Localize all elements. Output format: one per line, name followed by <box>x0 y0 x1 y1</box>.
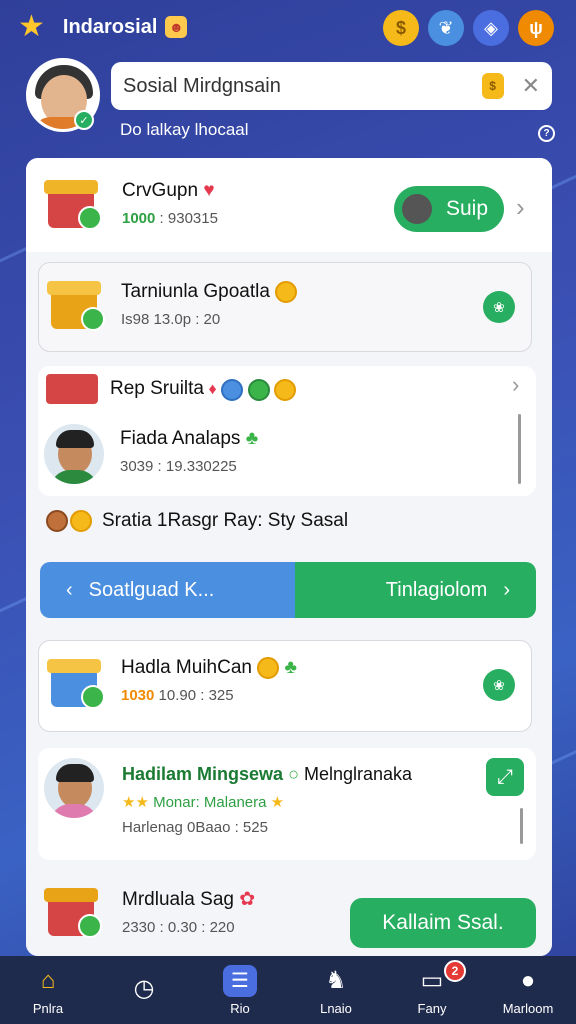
gift-icon <box>47 277 105 335</box>
row-title: Fiada Analaps <box>120 428 241 449</box>
list-icon: ☰ <box>223 964 257 997</box>
top-icons: $ ❦ ◈ ψ <box>383 10 554 46</box>
fire-icon[interactable]: ψ <box>518 10 554 46</box>
next-button[interactable]: Tinlagiolom › <box>295 562 536 618</box>
nav-item-profile[interactable]: ● Marloom <box>480 956 576 1024</box>
list-item[interactable]: CrvGupn ♥ 1000 : 930315 Suip › <box>26 158 552 252</box>
main-panel: CrvGupn ♥ 1000 : 930315 Suip › Tarniunla… <box>26 158 552 956</box>
amount: 1000 <box>122 210 156 227</box>
gem-icon <box>221 378 244 401</box>
coin-icon <box>275 281 298 303</box>
leaf-icon[interactable]: ❀ <box>483 669 515 701</box>
ring-icon: ○ <box>288 764 299 784</box>
star-icon: ★ <box>270 794 285 811</box>
leaf-icon[interactable]: ❀ <box>483 291 515 323</box>
top-bar: ★ Indarosial ☻ $ ❦ ◈ ψ <box>0 0 576 54</box>
stars-icon: ★★ <box>122 794 149 811</box>
clock-icon: ◷ <box>133 974 155 1002</box>
gem-icon <box>247 378 270 401</box>
leaf-icon[interactable]: ❦ <box>428 10 464 46</box>
profile-subtitle: Do lalkay lhocaal <box>120 120 249 139</box>
star-icon[interactable]: ★ <box>18 12 45 42</box>
badge-icon: ☻ <box>165 16 188 38</box>
row-title: Tarniunla Gpoatla <box>121 281 270 303</box>
amount: 1030 <box>121 687 155 705</box>
scrollbar[interactable] <box>518 414 521 484</box>
chevron-left-icon: ‹ <box>66 578 73 601</box>
nav-item-list[interactable]: ☰ Rio <box>192 956 288 1024</box>
verified-icon: ✓ <box>74 110 94 130</box>
claim-button[interactable]: Kallaim Ssal. <box>350 898 536 948</box>
nav-item-home[interactable]: ⌂ Pnlra <box>0 956 96 1024</box>
close-icon[interactable]: ✕ <box>522 73 540 99</box>
user-icon: ● <box>520 966 536 994</box>
scrollbar[interactable] <box>520 808 523 844</box>
row-title: Rep Sruilta <box>110 378 204 399</box>
avatar[interactable] <box>44 424 104 484</box>
list-item[interactable]: Mrdluala Sag ✿ 2330 : 0.30 : 220 Kallaim… <box>26 868 552 956</box>
basket-icon <box>46 510 68 532</box>
share-icon[interactable]: ⤢ <box>486 758 524 796</box>
coin-icon <box>273 378 296 401</box>
coin-icon <box>70 510 92 532</box>
nav-item-cat[interactable]: ♞ Lnaio <box>288 956 384 1024</box>
heart-icon: ♥ <box>203 180 215 201</box>
notification-badge: 2 <box>444 960 466 982</box>
chevron-right-icon: › <box>503 578 510 601</box>
navigation-split: ‹ Soatlguad K... Tinlagiolom › <box>40 562 536 618</box>
row-subtitle: Is98 13.0p : 20 <box>121 311 221 329</box>
leaf-icon: ♣ <box>284 657 297 679</box>
row-subtitle: 2330 : 0.30 : 220 <box>122 919 235 936</box>
heart-icon: ♦ <box>208 381 217 398</box>
app-title: Indarosial <box>62 15 158 38</box>
row-subtitle: : 930315 <box>159 210 218 227</box>
leaf-icon: ♣ <box>245 428 259 449</box>
list-item[interactable]: Hadilam Mingsewa ○ Melnglranaka ★★ Monar… <box>38 748 536 860</box>
flower-icon: ✿ <box>239 889 256 910</box>
row-subtitle: Harlenag 0Baao : 525 <box>122 819 268 836</box>
coin-icon: $ <box>481 73 504 99</box>
chevron-right-icon[interactable]: › <box>516 192 525 223</box>
coin-icon <box>257 657 280 679</box>
row-subtitle: 3039 : 19.330225 <box>120 458 237 475</box>
cat-icon: ♞ <box>325 967 347 994</box>
row-subtitle: Monar: Malanera <box>153 794 267 811</box>
avatar <box>402 194 432 224</box>
gift-icon <box>47 655 105 713</box>
row-title: Hadla MuihCan <box>121 657 252 679</box>
chest-icon <box>46 374 98 404</box>
shield-icon[interactable]: ◈ <box>473 10 509 46</box>
row-title: Mrdluala Sag <box>122 889 234 910</box>
nav-item-chat[interactable]: ▭ 2 Fany <box>384 956 480 1024</box>
gift-icon <box>44 176 102 234</box>
search-input[interactable] <box>123 74 482 98</box>
chevron-right-icon[interactable]: › <box>512 372 519 398</box>
list-item[interactable]: Rep Sruilta ♦ › Fiada Analaps ♣ 3039 : 1… <box>38 366 536 496</box>
home-icon: ⌂ <box>40 966 56 994</box>
avatar[interactable] <box>44 758 104 818</box>
row-title: CrvGupn <box>122 180 199 201</box>
back-button[interactable]: ‹ Soatlguad K... <box>40 562 295 618</box>
nav-item-clock[interactable]: ◷ <box>96 956 192 1024</box>
list-item[interactable]: Hadla MuihCan ♣ 1030 10.90 : 325 ❀ <box>38 640 532 732</box>
bottom-nav: ⌂ Pnlra ◷ ☰ Rio ♞ Lnaio ▭ 2 Fany ● Marlo… <box>0 956 576 1024</box>
row-title: Sratia 1Rasgr Ray: Sty Sasal <box>102 510 349 531</box>
help-icon[interactable]: ? <box>538 125 555 142</box>
row-subtitle: 10.90 : 325 <box>158 687 234 705</box>
gift-icon <box>44 884 102 942</box>
list-item[interactable]: Tarniunla Gpoatla Is98 13.0p : 20 ❀ <box>38 262 532 352</box>
coin-icon[interactable]: $ <box>383 10 419 46</box>
sup-button[interactable]: Suip <box>394 186 504 232</box>
row-title: Hadilam Mingsewa <box>122 764 284 784</box>
list-item[interactable]: Sratia 1Rasgr Ray: Sty Sasal <box>46 510 348 532</box>
search-bar[interactable]: $ ✕ <box>111 62 552 110</box>
